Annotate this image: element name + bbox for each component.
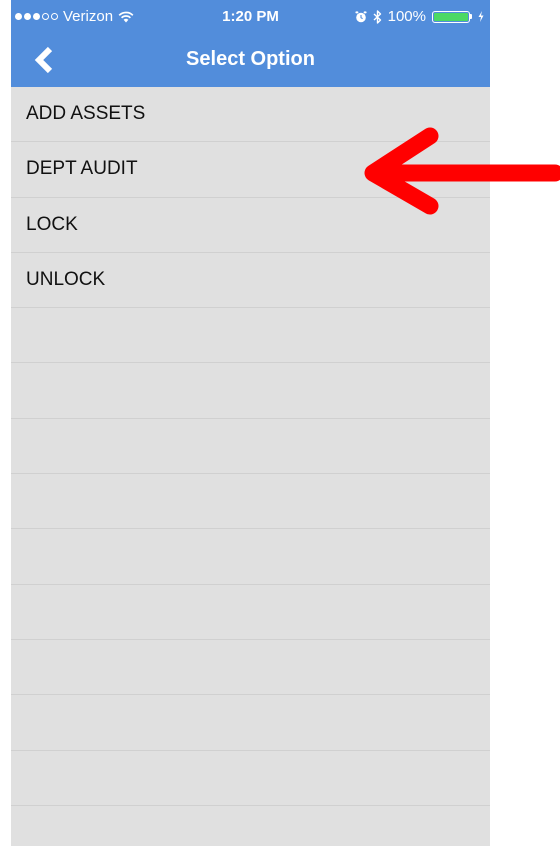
- bluetooth-icon: [373, 9, 381, 24]
- empty-row: [11, 640, 490, 696]
- empty-row: [11, 695, 490, 751]
- empty-row: [11, 585, 490, 640]
- battery-icon: [432, 10, 472, 23]
- option-row-unlock[interactable]: UNLOCK: [11, 253, 490, 309]
- option-label: UNLOCK: [26, 269, 106, 291]
- empty-row: [11, 751, 490, 806]
- status-bar: Verizon 1:20 PM 100%: [11, 0, 490, 33]
- page-title: Select Option: [186, 48, 315, 70]
- battery-percent: 100%: [387, 8, 426, 25]
- status-right: 100%: [355, 8, 484, 25]
- charging-icon: [478, 11, 484, 22]
- alarm-icon: [355, 10, 367, 22]
- empty-row: [11, 308, 490, 364]
- empty-row: [11, 419, 490, 475]
- empty-row: [11, 806, 490, 846]
- option-label: DEPT AUDIT: [26, 158, 138, 180]
- empty-row: [11, 474, 490, 530]
- empty-row: [11, 529, 490, 585]
- navigation-bar: Select Option: [11, 33, 490, 87]
- battery-level-fill: [434, 12, 468, 21]
- red-arrow-annotation: [364, 127, 560, 215]
- option-label: ADD ASSETS: [26, 103, 146, 125]
- empty-row: [11, 363, 490, 419]
- option-label: LOCK: [26, 213, 78, 235]
